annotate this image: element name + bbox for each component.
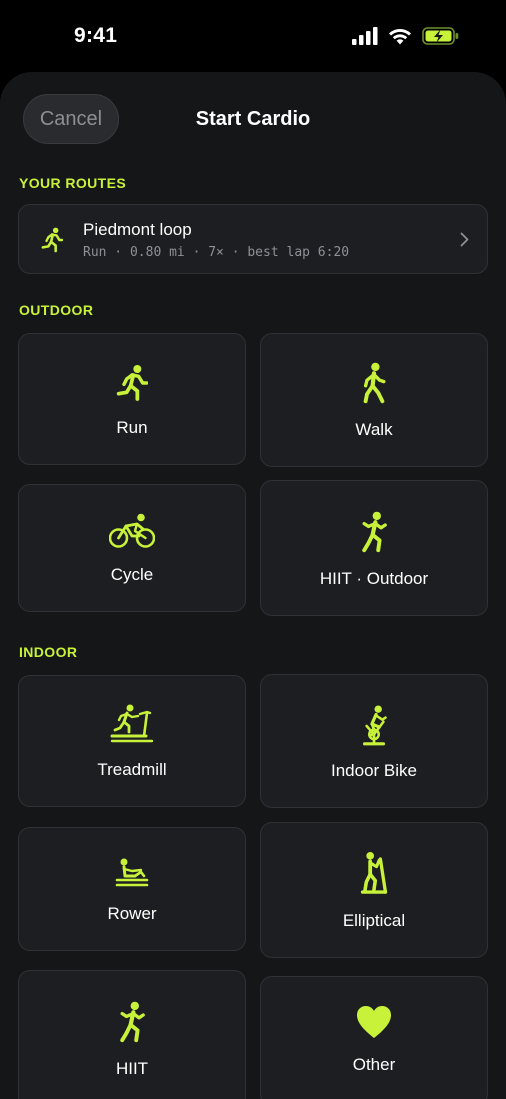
screen: 9:41 Cancel Start Cardio YOUR ROUTES Pie…	[0, 0, 506, 1099]
elliptical-icon	[360, 852, 388, 894]
tile-label: Elliptical	[342, 911, 406, 930]
status-bar: 9:41	[0, 0, 506, 72]
run-icon	[41, 227, 63, 253]
wifi-icon	[389, 29, 411, 45]
hiit-icon	[362, 511, 387, 553]
tile-indoor-treadmill[interactable]: Treadmill	[18, 675, 246, 807]
chevron-right-icon	[460, 232, 469, 247]
start-cardio-sheet: Cancel Start Cardio YOUR ROUTES Piedmont…	[0, 72, 506, 1099]
route-meta: Run · 0.80 mi · 7× · best lap 6:20	[83, 245, 350, 260]
tile-label: Cycle	[110, 565, 154, 584]
cycle-icon	[109, 513, 155, 548]
tile-label: Walk	[355, 420, 393, 439]
tile-outdoor-walk[interactable]: Walk	[260, 333, 488, 467]
tile-label: HIIT	[115, 1059, 149, 1078]
tile-outdoor-run[interactable]: Run	[18, 333, 246, 465]
tile-indoor-bike[interactable]: Indoor Bike	[260, 674, 488, 808]
tile-indoor-rower[interactable]: Rower	[18, 827, 246, 951]
page-title: Start Cardio	[195, 108, 311, 130]
indoor-bike-icon	[362, 705, 387, 746]
tile-outdoor-cycle[interactable]: Cycle	[18, 484, 246, 612]
rower-icon	[115, 858, 149, 887]
tile-label: Indoor Bike	[331, 761, 417, 780]
heart-icon	[357, 1006, 391, 1038]
run-icon	[116, 365, 148, 401]
tile-indoor-hiit[interactable]: HIIT	[18, 970, 246, 1099]
hiit-icon	[120, 1001, 145, 1043]
section-label-routes: YOUR ROUTES	[19, 175, 127, 191]
tile-label: Other	[352, 1055, 396, 1074]
treadmill-icon	[110, 704, 154, 743]
section-label-outdoor: OUTDOOR	[19, 302, 94, 318]
cellular-signal-icon	[352, 27, 378, 45]
section-label-indoor: INDOOR	[19, 644, 78, 660]
tile-label: Rower	[107, 904, 157, 923]
walk-icon	[363, 362, 386, 404]
tile-label: Run	[116, 418, 148, 437]
tile-indoor-other[interactable]: Other	[260, 976, 488, 1099]
route-card-piedmont-loop[interactable]: Piedmont loop Run · 0.80 mi · 7× · best …	[18, 204, 488, 274]
tile-outdoor-hiit[interactable]: HIIT · Outdoor	[260, 480, 488, 616]
tile-indoor-elliptical[interactable]: Elliptical	[260, 822, 488, 958]
status-time: 9:41	[74, 24, 118, 47]
battery-charging-icon	[422, 27, 459, 45]
status-icons	[352, 27, 460, 45]
tile-label: HIIT · Outdoor	[319, 569, 429, 588]
tile-label: Treadmill	[97, 760, 167, 779]
route-name: Piedmont loop	[83, 220, 192, 239]
